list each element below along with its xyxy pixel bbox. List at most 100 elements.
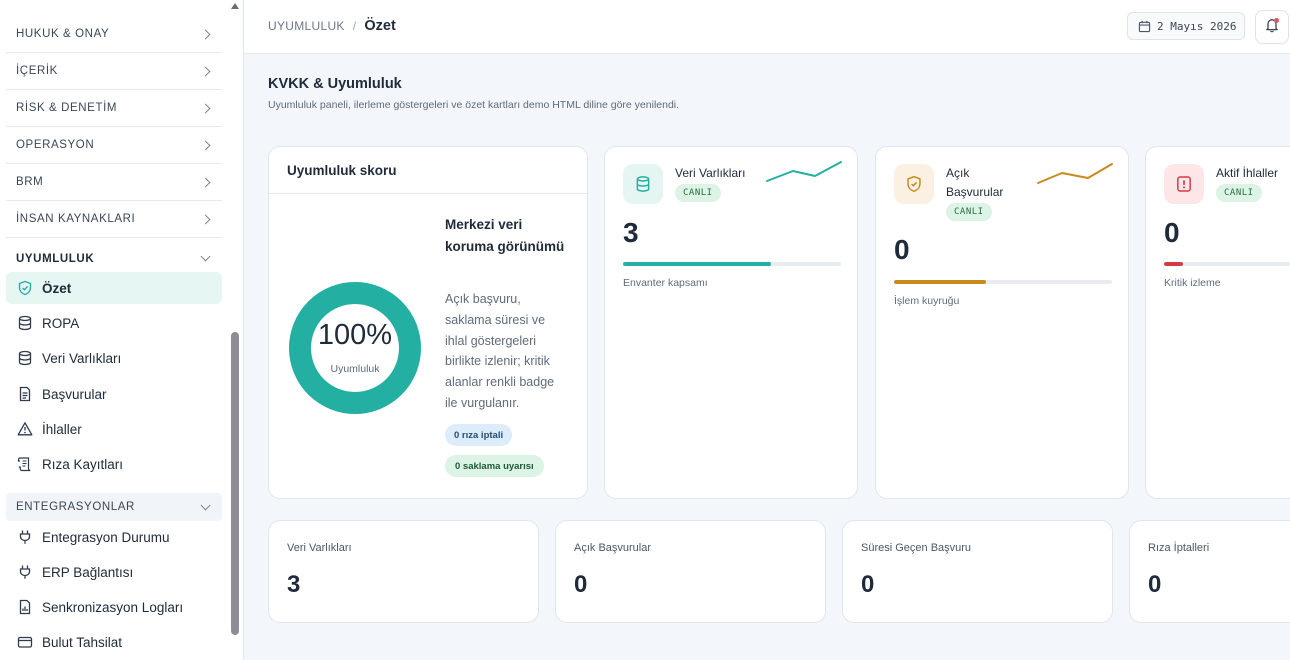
chevron-right-icon xyxy=(200,214,211,224)
progress-track xyxy=(1164,262,1290,266)
section-label: İNSAN KAYNAKLARI xyxy=(16,213,136,225)
scrollbar-thumb[interactable] xyxy=(231,332,239,635)
kpi-value: 0 xyxy=(894,234,910,265)
kpi-card-aktif-ihlaller[interactable]: Aktif İhlaller CANLI 0 Kritik izleme xyxy=(1145,146,1290,499)
sidebar-section-hukuk[interactable]: HUKUK & ONAY xyxy=(6,16,222,53)
score-description: Açık başvuru, saklama süresi ve ihlal gö… xyxy=(445,292,555,410)
sidebar-item-label: Entegrasyon Durumu xyxy=(42,529,170,545)
sidebar-scrollbar[interactable] xyxy=(229,0,241,660)
stat-card-suresi-gecen-basvuru[interactable]: Süresi Geçen Başvuru 0 xyxy=(842,520,1113,623)
chevron-right-icon xyxy=(200,177,211,187)
database-icon xyxy=(16,350,33,367)
sidebar-item-label: ROPA xyxy=(42,315,80,331)
consent-badge: 0 rıza iptali xyxy=(445,424,513,446)
sidebar-item-label: Başvurular xyxy=(42,386,107,402)
breadcrumb-separator: / xyxy=(352,19,357,33)
section-label: RİSK & DENETİM xyxy=(16,102,118,114)
sidebar-item-bulut-tahsilat[interactable]: Bulut Tahsilat xyxy=(6,626,222,658)
score-heading: Merkezi veri koruma görünümü xyxy=(445,217,565,254)
stat-card-acik-basvurular[interactable]: Açık Başvurular 0 xyxy=(555,520,826,623)
score-caption: Uyumluluk xyxy=(330,363,380,375)
section-label: ENTEGRASYONLAR xyxy=(16,501,135,513)
date-display[interactable]: 2 Mayıs 2026 xyxy=(1127,12,1245,40)
sidebar-section-brm[interactable]: BRM xyxy=(6,164,222,201)
calendar-icon xyxy=(1138,20,1151,33)
kpi-card-veri-varliklari[interactable]: Veri Varlıkları CANLI 3 Envanter kapsamı xyxy=(604,146,858,499)
sidebar: HUKUK & ONAY İÇERİK RİSK & DENETİM OPERA… xyxy=(0,0,244,660)
stat-label: Açık Başvurular xyxy=(574,542,652,554)
compliance-score-card: Uyumluluk skoru 100% Uyumluluk Merkezi v… xyxy=(268,146,588,499)
sidebar-section-icerik[interactable]: İÇERİK xyxy=(6,53,222,90)
chevron-right-icon xyxy=(200,103,211,113)
kpi-label: Aktif İhlaller xyxy=(1216,166,1279,180)
section-label: HUKUK & ONAY xyxy=(16,28,110,40)
sidebar-item-erp-baglantisi[interactable]: ERP Bağlantısı xyxy=(6,556,222,588)
sidebar-item-ozet[interactable]: Özet xyxy=(6,272,222,304)
kpi-caption: Kritik izleme xyxy=(1164,277,1221,289)
kpi-caption: Envanter kapsamı xyxy=(623,277,708,289)
stat-label: Veri Varlıkları xyxy=(287,542,352,554)
sidebar-item-riza-kayitlari[interactable]: Rıza Kayıtları xyxy=(6,448,222,480)
sidebar-item-label: ERP Bağlantısı xyxy=(42,564,134,580)
status-badge: CANLI xyxy=(946,203,992,221)
sidebar-item-label: Senkronizasyon Logları xyxy=(42,599,184,615)
status-badge: CANLI xyxy=(1216,184,1262,202)
stat-card-veri-varliklari[interactable]: Veri Varlıkları 3 xyxy=(268,520,539,623)
chevron-right-icon xyxy=(200,140,211,150)
progress-track xyxy=(623,262,841,266)
page-title: KVKK & Uyumluluk xyxy=(268,76,402,92)
warning-icon xyxy=(16,421,33,438)
card-icon xyxy=(16,634,33,651)
sidebar-section-risk[interactable]: RİSK & DENETİM xyxy=(6,90,222,127)
kpi-value: 0 xyxy=(1164,217,1180,248)
kpi-caption: İşlem kuyruğu xyxy=(894,295,960,307)
retention-badge: 0 saklama uyarısı xyxy=(445,455,544,477)
sparkline xyxy=(1037,163,1113,184)
sidebar-item-ihlaller[interactable]: İhlaller xyxy=(6,413,222,445)
stat-label: Süresi Geçen Başvuru xyxy=(861,542,972,554)
shield-icon xyxy=(894,164,934,204)
score-value: 100% xyxy=(317,319,393,351)
scroll-up-icon[interactable] xyxy=(231,3,239,9)
stat-value: 0 xyxy=(1148,571,1162,598)
breadcrumb: UYUMLULUK / Özet xyxy=(268,18,396,34)
stat-value: 0 xyxy=(574,571,588,598)
kpi-value: 3 xyxy=(623,217,639,248)
section-label: OPERASYON xyxy=(16,139,95,151)
progress-track xyxy=(894,280,1112,284)
chevron-right-icon xyxy=(200,66,211,76)
progress-fill xyxy=(894,280,986,284)
kpi-label: Açık Başvurular xyxy=(946,166,1004,199)
plug-icon xyxy=(16,564,33,581)
page-subtitle: Uyumluluk paneli, ilerleme göstergeleri … xyxy=(268,99,680,111)
sidebar-item-entegrasyon-durumu[interactable]: Entegrasyon Durumu xyxy=(6,521,222,553)
section-label: İÇERİK xyxy=(16,65,58,77)
topbar: UYUMLULUK / Özet 2 Mayıs 2026 xyxy=(244,0,1290,54)
kpi-card-acik-basvurular[interactable]: Açık Başvurular CANLI 0 İşlem kuyruğu xyxy=(875,146,1129,499)
log-icon xyxy=(16,599,33,616)
sidebar-item-senkronizasyon-loglari[interactable]: Senkronizasyon Logları xyxy=(6,591,222,623)
sidebar-item-ropa[interactable]: ROPA xyxy=(6,307,222,339)
date-text: 2 Mayıs 2026 xyxy=(1157,19,1237,33)
notifications-button[interactable] xyxy=(1255,10,1289,44)
document-icon xyxy=(16,386,33,403)
sidebar-item-veri-varliklari[interactable]: Veri Varlıkları xyxy=(6,342,222,374)
sidebar-item-basvurular[interactable]: Başvurular xyxy=(6,378,222,410)
sidebar-item-label: Bulut Tahsilat xyxy=(42,634,123,650)
sparkline xyxy=(766,161,842,182)
sidebar-section-ik[interactable]: İNSAN KAYNAKLARI xyxy=(6,201,222,238)
stat-card-riza-iptalleri[interactable]: Rıza İptalleri 0 xyxy=(1129,520,1290,623)
sidebar-section-entegrasyonlar[interactable]: ENTEGRASYONLAR xyxy=(6,493,222,521)
chevron-right-icon xyxy=(200,29,211,39)
notification-dot xyxy=(1274,18,1279,23)
sidebar-item-label: Veri Varlıkları xyxy=(42,350,122,366)
progress-fill xyxy=(623,262,772,266)
stat-value: 0 xyxy=(861,571,875,598)
plug-icon xyxy=(16,529,33,546)
chevron-down-icon xyxy=(200,500,211,510)
sidebar-section-operasyon[interactable]: OPERASYON xyxy=(6,127,222,164)
breadcrumb-current: Özet xyxy=(364,18,396,34)
breadcrumb-parent[interactable]: UYUMLULUK xyxy=(268,19,345,33)
sidebar-item-label: İhlaller xyxy=(42,421,82,437)
chevron-down-icon xyxy=(200,251,211,262)
